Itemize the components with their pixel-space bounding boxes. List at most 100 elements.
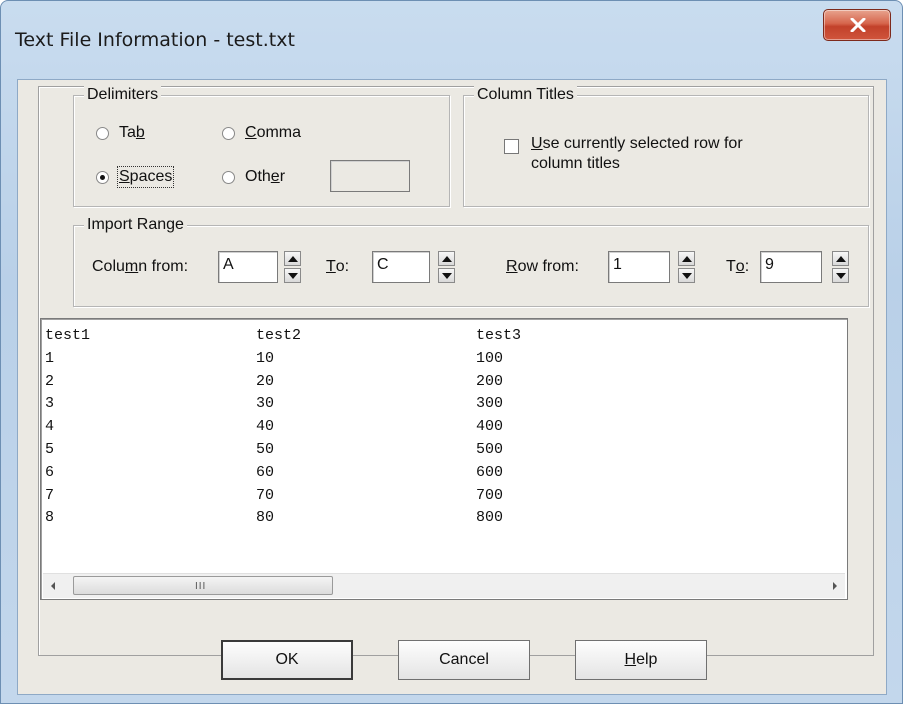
preview-cell: 60 xyxy=(256,463,275,481)
spaces-radio[interactable]: Spaces xyxy=(96,166,175,188)
preview-row: 1 10 100 xyxy=(45,348,626,371)
preview-cell: test3 xyxy=(476,327,522,344)
row-from-spinner[interactable] xyxy=(678,251,695,283)
row-to-spinner[interactable] xyxy=(832,251,849,283)
preview-cell: 300 xyxy=(476,395,504,413)
column-to-label: To: xyxy=(326,258,350,275)
column-titles-group: Column Titles Use currently selected row… xyxy=(463,86,869,207)
preview-cell: 7 xyxy=(45,486,55,504)
preview-cell: 50 xyxy=(256,440,275,458)
preview-cell: 70 xyxy=(256,486,275,504)
preview-cell: test2 xyxy=(256,327,302,344)
window-title: Text File Information - test.txt xyxy=(15,29,295,51)
arrow-up-icon xyxy=(682,256,692,262)
comma-radio-button[interactable] xyxy=(222,126,235,140)
arrow-down-icon xyxy=(836,273,846,279)
import-range-legend: Import Range xyxy=(84,216,187,234)
arrow-down-icon xyxy=(288,273,298,279)
help-button[interactable]: Help xyxy=(575,640,707,680)
preview-row: 2 20 200 xyxy=(45,371,626,394)
other-label: Other xyxy=(245,168,286,185)
preview-cell: 20 xyxy=(256,372,275,390)
preview-cell: 600 xyxy=(476,463,504,481)
use-row-for-titles-checkbox[interactable]: Use currently selected row for column ti… xyxy=(504,134,743,174)
column-titles-legend: Column Titles xyxy=(474,86,577,104)
preview-row: 4 40 400 xyxy=(45,416,626,439)
preview-row: 3 30 300 xyxy=(45,393,626,416)
arrow-up-icon xyxy=(288,256,298,262)
row-from-label: Row from: xyxy=(506,258,579,275)
scroll-right-button[interactable] xyxy=(823,574,845,598)
row-from-input[interactable]: 1 xyxy=(608,251,670,283)
preview-cell: 2 xyxy=(45,372,55,390)
preview-cell: 30 xyxy=(256,395,275,413)
preview-cell: 700 xyxy=(476,486,504,504)
preview-cell: 100 xyxy=(476,349,504,367)
scroll-grip: III xyxy=(195,581,207,592)
preview-cell: 3 xyxy=(45,395,55,413)
preview-cell: 500 xyxy=(476,440,504,458)
row-to-label: To: xyxy=(726,258,750,275)
column-to-spinner[interactable] xyxy=(438,251,455,283)
tab-label: Tab xyxy=(119,124,145,141)
other-delimiter-input[interactable] xyxy=(330,160,410,192)
close-button[interactable] xyxy=(823,9,891,41)
preview-row: 7 70 700 xyxy=(45,485,626,508)
dialog-client-area: Delimiters Tab Comma Spaces Other Column… xyxy=(17,79,887,695)
close-icon xyxy=(850,18,866,32)
preview-cell: 80 xyxy=(256,509,275,527)
preview-row: 5 50 500 xyxy=(45,439,626,462)
preview-table: test1 test2 test3 1 10 100 2 20 200 3 30 300 4 40… xyxy=(45,325,626,530)
comma-label: Comma xyxy=(245,124,302,141)
delimiters-legend: Delimiters xyxy=(84,86,162,104)
titles-checkbox-label: Use currently selected row for column ti… xyxy=(531,135,743,172)
preview-cell: 5 xyxy=(45,440,55,458)
arrow-down-icon xyxy=(682,273,692,279)
comma-radio[interactable]: Comma xyxy=(222,124,301,142)
scroll-thumb[interactable]: III xyxy=(73,576,333,595)
arrow-down-icon xyxy=(442,273,452,279)
delimiters-group: Delimiters Tab Comma Spaces Other xyxy=(73,86,450,207)
column-to-down-button[interactable] xyxy=(438,268,455,283)
column-from-input[interactable]: A xyxy=(218,251,278,283)
column-from-label: Colu m n from: xyxy=(92,258,189,275)
column-to-up-button[interactable] xyxy=(438,251,455,266)
file-preview[interactable]: test1 test2 test3 1 10 100 2 20 200 3 30 300 4 40… xyxy=(40,318,848,600)
other-radio-button[interactable] xyxy=(222,170,235,184)
other-radio[interactable]: Other xyxy=(222,168,285,186)
preview-cell: 400 xyxy=(476,418,504,436)
column-from-spinner[interactable] xyxy=(284,251,301,283)
row-from-up-button[interactable] xyxy=(678,251,695,266)
scroll-left-button[interactable] xyxy=(43,574,65,598)
column-from-down-button[interactable] xyxy=(284,268,301,283)
preview-cell: 8 xyxy=(45,509,55,527)
preview-cell: 4 xyxy=(45,418,55,436)
horizontal-scrollbar[interactable]: III xyxy=(43,573,845,598)
preview-cell: 1 xyxy=(45,349,55,367)
preview-row: 6 60 600 xyxy=(45,462,626,485)
tab-radio-button[interactable] xyxy=(96,126,109,140)
row-from-down-button[interactable] xyxy=(678,268,695,283)
title-bar[interactable]: Text File Information - test.txt xyxy=(1,1,902,79)
cancel-button[interactable]: Cancel xyxy=(398,640,530,680)
spaces-label: Spaces xyxy=(116,166,175,188)
ok-button[interactable]: OK xyxy=(221,640,353,680)
tab-radio[interactable]: Tab xyxy=(96,124,145,142)
column-from-up-button[interactable] xyxy=(284,251,301,266)
preview-row: test1 test2 test3 xyxy=(45,325,626,348)
import-range-group: Import Range Colu m n from: A To: C Row fr… xyxy=(73,216,869,307)
dialog-window: Text File Information - test.txt Delimit… xyxy=(0,0,903,704)
arrow-up-icon xyxy=(442,256,452,262)
row-to-input[interactable]: 9 xyxy=(760,251,822,283)
preview-cell: 800 xyxy=(476,509,504,527)
preview-cell: 200 xyxy=(476,372,504,390)
column-to-input[interactable]: C xyxy=(372,251,430,283)
titles-checkbox-box[interactable] xyxy=(504,139,519,154)
preview-row: 8 80 800 xyxy=(45,507,626,530)
preview-cell: 40 xyxy=(256,418,275,436)
spaces-radio-button[interactable] xyxy=(96,170,109,184)
row-to-down-button[interactable] xyxy=(832,268,849,283)
row-to-up-button[interactable] xyxy=(832,251,849,266)
preview-cell: test1 xyxy=(45,327,91,344)
arrow-up-icon xyxy=(836,256,846,262)
